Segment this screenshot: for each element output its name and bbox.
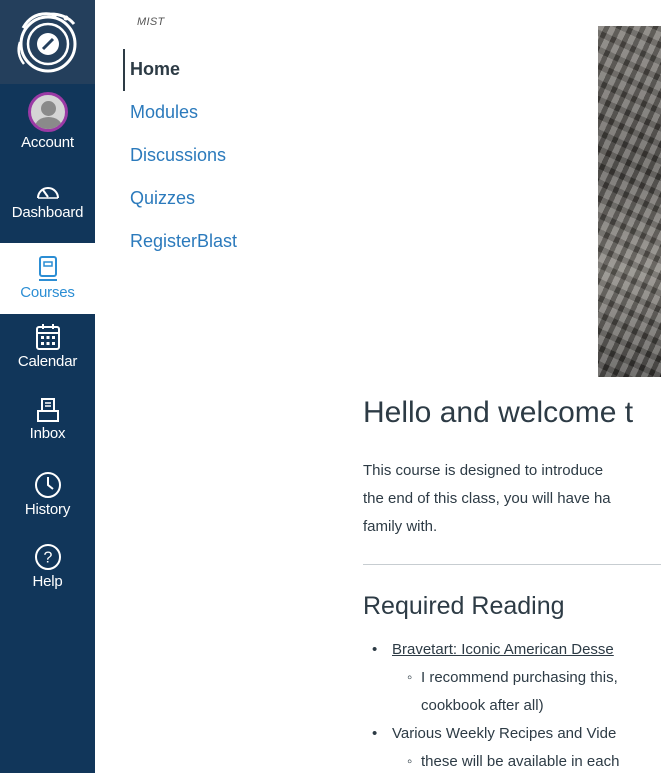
global-nav: Account Dashboard Courses Calendar Inbox…	[0, 0, 95, 773]
history-icon	[34, 472, 61, 498]
inbox-icon	[36, 398, 59, 422]
bullet-circle: ◦	[407, 669, 413, 686]
nav-help-label: Help	[32, 573, 63, 590]
bullet-disc: •	[372, 641, 378, 658]
nav-courses[interactable]: Courses	[0, 243, 95, 314]
nav-courses-label: Courses	[20, 284, 75, 301]
nav-account-label: Account	[21, 134, 74, 151]
logo-icon[interactable]	[0, 0, 95, 84]
bravetart-link[interactable]: Bravetart: Iconic American Desse	[392, 641, 614, 658]
intro-line: the end of this class, you will have ha	[363, 490, 611, 507]
intro-paragraph: This course is designed to introduce the…	[363, 457, 611, 541]
nav-dashboard-label: Dashboard	[11, 204, 84, 221]
nav-dashboard[interactable]: Dashboard	[0, 182, 95, 221]
nav-history[interactable]: History	[0, 471, 95, 518]
divider	[363, 564, 661, 565]
help-icon: ?	[34, 544, 61, 570]
nav-account[interactable]: Account	[0, 92, 95, 151]
nav-history-label: History	[24, 501, 71, 518]
list-subitem: these will be available in each	[421, 753, 620, 770]
course-nav-home[interactable]: Home	[130, 59, 180, 80]
nav-inbox-label: Inbox	[29, 425, 66, 442]
course-nav-registerblast[interactable]: RegisterBlast	[130, 231, 237, 252]
account-avatar-icon	[27, 92, 68, 132]
intro-line: family with.	[363, 518, 438, 535]
svg-text:?: ?	[43, 550, 52, 567]
courses-icon	[38, 256, 57, 281]
course-nav-quizzes[interactable]: Quizzes	[130, 188, 195, 209]
list-subitem-cont: cookbook after all)	[421, 697, 544, 714]
course-nav-modules[interactable]: Modules	[130, 102, 198, 123]
nav-calendar[interactable]: Calendar	[0, 323, 95, 370]
required-reading-heading: Required Reading	[363, 592, 565, 620]
active-indicator	[123, 49, 125, 91]
nav-inbox[interactable]: Inbox	[0, 397, 95, 442]
nav-calendar-label: Calendar	[17, 353, 78, 370]
page-title: Hello and welcome t	[363, 396, 634, 429]
course-nav-discussions[interactable]: Discussions	[130, 145, 226, 166]
bullet-circle: ◦	[407, 753, 413, 770]
intro-line: This course is designed to introduce	[363, 462, 604, 479]
calendar-icon	[35, 324, 60, 350]
list-item: Various Weekly Recipes and Vide	[392, 725, 617, 742]
hero-image	[598, 26, 661, 377]
list-item: Bravetart: Iconic American Desse	[392, 641, 614, 658]
breadcrumb[interactable]: MIST	[137, 16, 164, 28]
list-subitem: I recommend purchasing this,	[421, 669, 618, 686]
nav-help[interactable]: ? Help	[0, 543, 95, 590]
bullet-disc: •	[372, 725, 378, 742]
dashboard-icon	[36, 187, 59, 199]
